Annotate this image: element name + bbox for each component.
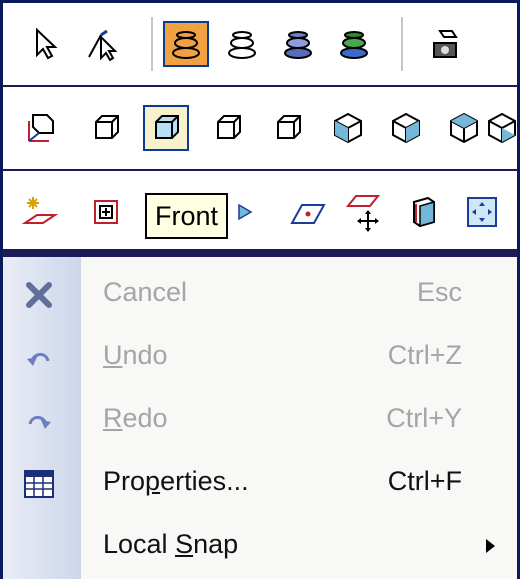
menu-item-redo[interactable]: Redo Ctrl+Y bbox=[3, 389, 517, 452]
menu-item-label: Cancel bbox=[103, 277, 188, 307]
menu-item-cancel[interactable]: Cancel Esc bbox=[3, 263, 517, 326]
view-back-cube-icon[interactable] bbox=[265, 105, 311, 151]
camera-icon[interactable] bbox=[423, 21, 469, 67]
view-front-cube-icon[interactable] bbox=[143, 105, 189, 151]
menu-item-shortcut: Ctrl+F bbox=[387, 466, 462, 496]
wireframe-teapot-icon[interactable] bbox=[219, 21, 265, 67]
tooltip: Front bbox=[145, 193, 229, 239]
view-iso3-cube-icon[interactable] bbox=[441, 105, 487, 151]
zoom-box-icon[interactable] bbox=[83, 189, 129, 235]
menu-item-local-snap[interactable]: Local Snap bbox=[3, 515, 517, 578]
redo-arrow-icon bbox=[21, 403, 57, 439]
menu-top-border bbox=[3, 249, 517, 257]
view-right-cube-icon[interactable] bbox=[205, 105, 251, 151]
plane-edge-icon[interactable] bbox=[285, 189, 331, 235]
textured-teapot-icon[interactable] bbox=[331, 21, 377, 67]
menu-item-undo[interactable]: Undo Ctrl+Z bbox=[3, 326, 517, 389]
menu-item-label: Redo bbox=[103, 403, 168, 433]
toolbar-separator bbox=[401, 17, 404, 71]
select-arrow-icon[interactable] bbox=[25, 21, 71, 67]
menu-item-shortcut: Ctrl+Y bbox=[386, 403, 462, 433]
plane-star-icon[interactable] bbox=[17, 189, 63, 235]
render-teapot-icon[interactable] bbox=[163, 21, 209, 67]
toolbar-separator bbox=[151, 17, 154, 71]
view-top-cube-icon[interactable] bbox=[83, 105, 129, 151]
select-edge-icon[interactable] bbox=[81, 21, 127, 67]
menu-item-shortcut: Ctrl+Z bbox=[387, 340, 462, 370]
menu-item-label: Local Snap bbox=[103, 529, 239, 559]
menu-item-properties[interactable]: Properties... Ctrl+F bbox=[3, 452, 517, 515]
shaded-teapot-icon[interactable] bbox=[275, 21, 321, 67]
context-menu: Cancel Esc Undo Ctrl+Z Redo Ctrl+Y Prope… bbox=[3, 257, 517, 579]
view-axis-cube-icon[interactable] bbox=[17, 105, 63, 151]
zoom-extents-icon[interactable] bbox=[459, 189, 505, 235]
cancel-x-icon bbox=[21, 277, 57, 313]
toolbar-view-tools bbox=[3, 169, 517, 251]
submenu-arrow-icon bbox=[486, 539, 495, 553]
toolbar-select-render bbox=[3, 3, 517, 85]
view-iso1-cube-icon[interactable] bbox=[325, 105, 371, 151]
toolbar-standard-views bbox=[3, 85, 517, 169]
menu-item-label: Properties... bbox=[103, 466, 249, 496]
menu-item-shortcut: Esc bbox=[416, 277, 462, 307]
properties-grid-icon bbox=[21, 466, 57, 502]
undo-arrow-icon bbox=[21, 340, 57, 376]
view-prev-icon[interactable] bbox=[231, 189, 261, 235]
menu-item-label: Undo bbox=[103, 340, 168, 370]
plane-move-icon[interactable] bbox=[341, 189, 387, 235]
view-section-icon[interactable] bbox=[401, 189, 447, 235]
view-iso4-cube-icon[interactable] bbox=[487, 105, 517, 151]
view-iso2-cube-icon[interactable] bbox=[383, 105, 429, 151]
